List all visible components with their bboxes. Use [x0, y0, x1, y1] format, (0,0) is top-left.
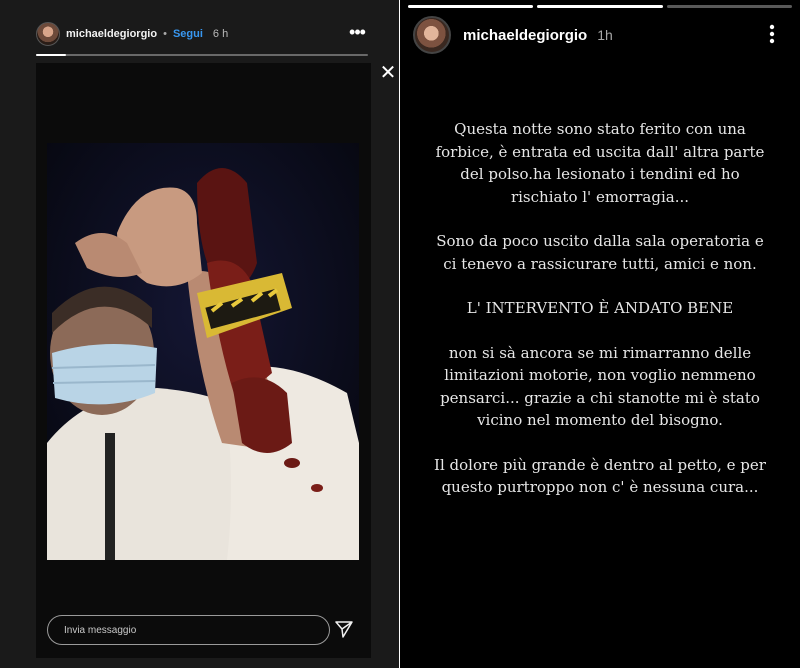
right-story-viewer: michaeldegiorgio 1h Questa notte sono st… [400, 0, 800, 668]
left-story-viewer: michaeldegiorgio • Segui 6 h ••• ✕ [0, 0, 399, 668]
story-paragraph: Questa notte sono stato ferito con una f… [435, 120, 765, 206]
reply-field[interactable] [47, 615, 330, 645]
story-header: michaeldegiorgio • Segui 6 h [36, 22, 368, 46]
story-header: michaeldegiorgio 1h [413, 16, 783, 54]
injured-wrist-photo [47, 143, 359, 560]
story-progress-fill [36, 54, 66, 56]
story-paragraph: Il dolore più grande è dentro al petto, … [434, 455, 766, 497]
story-progress-bar [36, 54, 368, 56]
more-vertical-icon[interactable] [764, 22, 780, 46]
more-horizontal-icon[interactable]: ••• [345, 22, 369, 46]
story-timestamp: 1h [597, 27, 613, 43]
story-text: Questa notte sono stato ferito con una f… [430, 118, 770, 521]
separator-dot: • [163, 28, 167, 40]
send-icon[interactable] [334, 619, 354, 639]
progress-segment [537, 5, 663, 8]
story-timestamp: 6 h [212, 28, 229, 40]
avatar[interactable] [413, 16, 451, 54]
username[interactable]: michaeldegiorgio [463, 27, 587, 44]
follow-button[interactable]: Segui [173, 28, 203, 40]
avatar[interactable] [36, 22, 60, 46]
story-photo [47, 143, 359, 560]
story-paragraph: Sono da poco uscito dalla sala operatori… [436, 232, 764, 273]
close-icon[interactable]: ✕ [378, 63, 398, 83]
story-progress-segments [408, 5, 792, 8]
story-paragraph: non si sà ancora se mi rimarranno delle … [440, 343, 760, 430]
progress-segment [666, 5, 792, 8]
story-paragraph: L' INTERVENTO È ANDATO BENE [466, 299, 734, 317]
username[interactable]: michaeldegiorgio [66, 28, 157, 40]
reply-input[interactable] [62, 623, 306, 637]
progress-segment [408, 5, 534, 8]
